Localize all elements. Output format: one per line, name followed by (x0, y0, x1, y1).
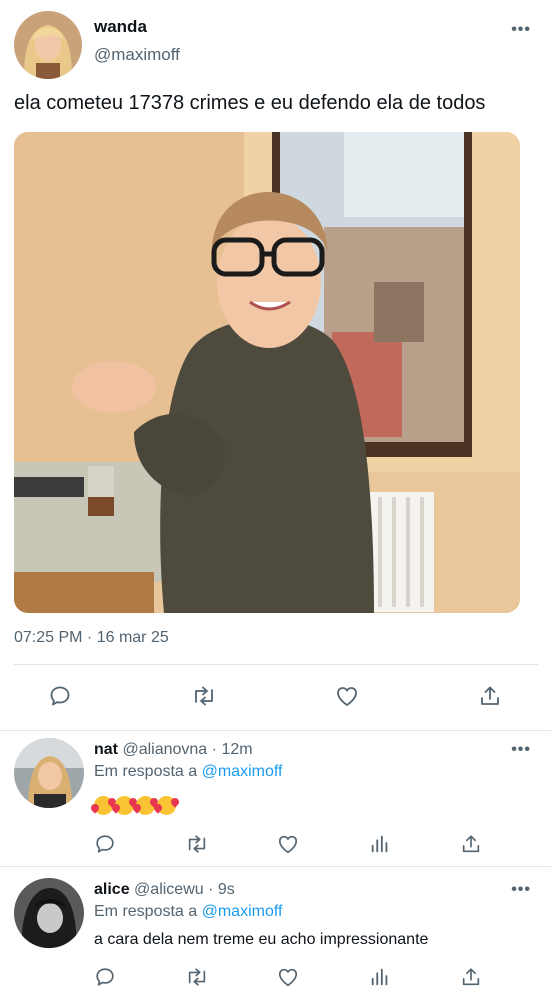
retweet-icon[interactable] (182, 962, 212, 992)
reply-time: 12m (221, 741, 253, 758)
analytics-icon[interactable] (365, 962, 395, 992)
reply-icon[interactable] (90, 829, 120, 859)
reply-tweet[interactable]: nat @alianovna · 12m ••• Em resposta a @… (0, 730, 551, 866)
like-icon[interactable] (273, 962, 303, 992)
reply-author-handle[interactable]: @alianovna (122, 741, 207, 758)
more-icon[interactable]: ••• (511, 881, 531, 899)
separator-dot: · (208, 881, 214, 898)
smiling-face-with-hearts-icon (94, 796, 113, 815)
like-icon[interactable] (273, 829, 303, 859)
reply-time: 9s (217, 881, 235, 898)
tweet-photo[interactable] (14, 132, 520, 613)
author-name[interactable]: wanda (94, 17, 147, 37)
reply-context: Em resposta a @maximoff (94, 903, 282, 921)
retweet-icon[interactable] (189, 681, 219, 711)
reply-author-handle[interactable]: @alicewu (134, 881, 204, 898)
retweet-icon[interactable] (182, 829, 212, 859)
mention-link[interactable]: @maximoff (202, 903, 283, 920)
reply-header: nat @alianovna · 12m (94, 741, 253, 759)
separator-dot: · (211, 741, 217, 758)
more-icon[interactable]: ••• (511, 741, 531, 759)
reply-tweet[interactable]: alice @alicewu · 9s ••• Em resposta a @m… (0, 866, 551, 1000)
analytics-icon[interactable] (365, 829, 395, 859)
avatar[interactable] (14, 878, 84, 948)
reply-header: alice @alicewu · 9s (94, 881, 235, 899)
reply-icon[interactable] (90, 962, 120, 992)
tweet-text: ela cometeu 17378 crimes e eu defendo el… (14, 92, 486, 114)
reply-text (94, 796, 176, 815)
avatar[interactable] (14, 738, 84, 808)
reply-text: a cara dela nem treme eu acho impression… (94, 931, 429, 948)
author-handle[interactable]: @maximoff (94, 45, 180, 65)
smiling-face-with-hearts-icon (115, 796, 134, 815)
like-icon[interactable] (332, 681, 362, 711)
reply-prefix: Em resposta a (94, 903, 198, 920)
share-icon[interactable] (456, 962, 486, 992)
divider (14, 664, 538, 665)
reply-prefix: Em resposta a (94, 763, 198, 780)
avatar[interactable] (14, 11, 82, 79)
reply-author-name[interactable]: alice (94, 881, 130, 898)
mention-link[interactable]: @maximoff (202, 763, 283, 780)
tweet-timestamp: 07:25 PM · 16 mar 25 (14, 629, 169, 646)
main-tweet: wanda @maximoff ••• ela cometeu 17378 cr… (0, 0, 551, 730)
smiling-face-with-hearts-icon (136, 796, 155, 815)
share-icon[interactable] (475, 681, 505, 711)
reply-context: Em resposta a @maximoff (94, 763, 282, 781)
smiling-face-with-hearts-icon (157, 796, 176, 815)
more-icon[interactable]: ••• (511, 21, 531, 39)
reply-icon[interactable] (45, 681, 75, 711)
share-icon[interactable] (456, 829, 486, 859)
reply-author-name[interactable]: nat (94, 741, 118, 758)
